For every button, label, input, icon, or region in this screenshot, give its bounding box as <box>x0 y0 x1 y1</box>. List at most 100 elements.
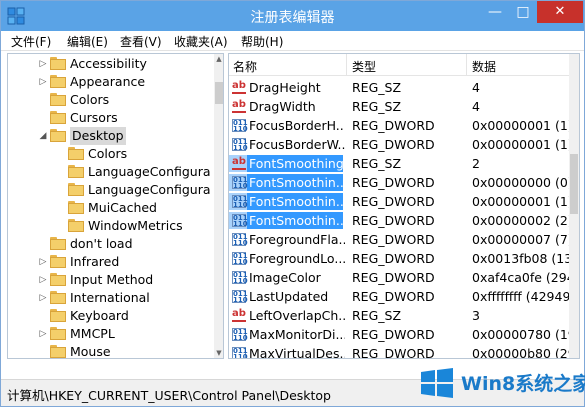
list-scrollbar[interactable] <box>569 54 579 358</box>
folder-icon <box>50 111 66 124</box>
scroll-down-icon[interactable]: ▼ <box>214 348 223 358</box>
value-name: DragWidth <box>249 99 316 114</box>
registry-value-row[interactable]: 011 110 LastUpdated REG_DWORD 0xffffffff (42… <box>229 287 579 306</box>
registry-value-row[interactable]: 011 110 FocusBorderH... REG_DWORD 0x00000001… <box>229 116 579 135</box>
dword-value-icon: 011 110 <box>232 290 248 304</box>
tree-item[interactable]: WindowMetrics <box>8 217 208 235</box>
key-tree-pane[interactable]: ▲ ▼ ▷ Accessibility ▷ Appearance Colors Curso… <box>7 53 224 359</box>
tree-item[interactable]: Colors <box>8 91 208 109</box>
registry-value-row[interactable]: 011 110 ForegroundLo... REG_DWORD 0x0013fb08… <box>229 249 579 268</box>
column-header-type[interactable]: 类型 <box>352 58 376 75</box>
tree-item-label: Cursors <box>70 110 118 125</box>
value-data: 0x00000780 (19 <box>472 327 572 342</box>
tree-item-label: LanguageConfigura <box>88 164 211 179</box>
tree-item-label: Accessibility <box>70 56 147 71</box>
value-type: REG_DWORD <box>352 175 435 190</box>
registry-value-row[interactable]: 011 110 ImageColor REG_DWORD 0xaf4ca0fe (294 <box>229 268 579 287</box>
registry-value-row[interactable]: 011 110 FontSmoothin... REG_DWORD 0x00000000… <box>229 173 579 192</box>
value-type: REG_DWORD <box>352 270 435 285</box>
menu-file[interactable]: 文件(F) <box>11 33 51 50</box>
tree-item[interactable]: LanguageConfigura <box>8 181 211 199</box>
value-name: ImageColor <box>249 270 321 285</box>
collapsed-arrow-icon[interactable]: ▷ <box>38 253 48 271</box>
menu-edit[interactable]: 编辑(E) <box>67 33 108 50</box>
tree-item[interactable]: ▷ Appearance <box>8 73 208 91</box>
title-bar[interactable]: 注册表编辑器 — □ ✕ <box>1 1 584 31</box>
menu-favorites[interactable]: 收藏夹(A) <box>174 33 228 50</box>
value-data: 0x00000b80 (29 <box>472 346 572 359</box>
folder-icon <box>50 291 66 304</box>
expanded-arrow-icon[interactable]: ◢ <box>38 127 48 145</box>
value-type: REG_DWORD <box>352 289 435 304</box>
tree-item[interactable]: ▷ Input Method <box>8 271 208 289</box>
column-divider[interactable] <box>346 54 347 76</box>
value-data: 4 <box>472 80 480 95</box>
value-data: 0x00000002 (2) <box>472 213 572 228</box>
registry-value-row[interactable]: 011 110 FontSmoothin... REG_DWORD 0x00000001… <box>229 192 579 211</box>
registry-value-row[interactable]: ab LeftOverlapCh... REG_SZ 3 <box>229 306 579 325</box>
registry-value-row[interactable]: 011 110 MaxMonitorDi... REG_DWORD 0x00000780… <box>229 325 579 344</box>
tree-item[interactable]: ▷ Infrared <box>8 253 208 271</box>
value-list-pane[interactable]: 名称 类型 数据 ab DragHeight REG_SZ 4 ab DragWidth R… <box>228 53 580 359</box>
tree-item-label: Colors <box>88 146 128 161</box>
registry-value-row[interactable]: 011 110 ForegroundFla... REG_DWORD 0x0000000… <box>229 230 579 249</box>
minimize-button[interactable]: — <box>481 1 509 23</box>
registry-value-row[interactable]: 011 110 FocusBorderW... REG_DWORD 0x00000001… <box>229 135 579 154</box>
folder-icon <box>50 237 66 250</box>
collapsed-arrow-icon[interactable]: ▷ <box>38 289 48 307</box>
registry-value-row[interactable]: ab DragHeight REG_SZ 4 <box>229 78 579 97</box>
string-value-icon: ab <box>232 309 246 322</box>
dword-value-icon: 011 110 <box>232 138 248 152</box>
column-header-name[interactable]: 名称 <box>233 58 257 75</box>
registry-value-row[interactable]: ab FontSmoothing REG_SZ 2 <box>229 154 579 173</box>
tree-item[interactable]: LanguageConfigura <box>8 163 211 181</box>
close-button[interactable]: ✕ <box>537 1 583 23</box>
menu-view[interactable]: 查看(V) <box>120 33 162 50</box>
collapsed-arrow-icon[interactable]: ▷ <box>38 271 48 289</box>
tree-item-label: WindowMetrics <box>88 218 183 233</box>
registry-value-row[interactable]: ab DragWidth REG_SZ 4 <box>229 97 579 116</box>
tree-item[interactable]: Mouse <box>8 343 208 358</box>
value-data: 0xffffffff (42949 <box>472 289 571 304</box>
folder-icon <box>50 309 66 322</box>
value-name: LeftOverlapCh... <box>249 308 345 323</box>
value-type: REG_DWORD <box>352 232 435 247</box>
string-value-icon: ab <box>232 157 246 170</box>
value-data: 0x00000001 (1) <box>472 118 572 133</box>
tree-scrollbar[interactable]: ▲ ▼ <box>214 54 223 358</box>
scroll-up-icon[interactable]: ▲ <box>214 54 223 64</box>
tree-item[interactable]: ◢ Desktop <box>8 127 208 145</box>
value-data: 0x00000007 (7) <box>472 232 572 247</box>
dword-value-icon: 011 110 <box>232 119 248 133</box>
value-type: REG_DWORD <box>352 118 435 133</box>
folder-icon <box>68 201 84 214</box>
watermark-text: Win8系统之家 <box>461 373 585 395</box>
menu-help[interactable]: 帮助(H) <box>241 33 283 50</box>
tree-item-label: Infrared <box>70 254 120 269</box>
collapsed-arrow-icon[interactable]: ▷ <box>38 55 48 73</box>
tree-item[interactable]: don't load <box>8 235 208 253</box>
tree-item[interactable]: Cursors <box>8 109 208 127</box>
tree-item[interactable]: Keyboard <box>8 307 208 325</box>
registry-value-row[interactable]: 011 110 MaxVirtualDes... REG_DWORD 0x00000b8… <box>229 344 579 359</box>
tree-item[interactable]: Colors <box>8 145 208 163</box>
collapsed-arrow-icon[interactable]: ▷ <box>38 73 48 91</box>
tree-item[interactable]: MuiCached <box>8 199 208 217</box>
tree-scroll-thumb[interactable] <box>215 82 223 104</box>
column-divider[interactable] <box>466 54 467 76</box>
folder-icon <box>50 129 66 142</box>
collapsed-arrow-icon[interactable]: ▷ <box>38 325 48 343</box>
folder-icon <box>50 327 66 340</box>
tree-item[interactable]: ▷ International <box>8 289 208 307</box>
tree-item[interactable]: ▷ MMCPL <box>8 325 208 343</box>
dword-value-icon: 011 110 <box>232 328 248 342</box>
menu-bar: 文件(F) 编辑(E) 查看(V) 收藏夹(A) 帮助(H) <box>1 31 584 51</box>
value-data: 0x0013fb08 (13 <box>472 251 572 266</box>
value-name: FocusBorderH... <box>249 118 345 133</box>
tree-item[interactable]: ▷ Accessibility <box>8 55 208 73</box>
list-scroll-thumb[interactable] <box>570 154 578 214</box>
maximize-button[interactable]: □ <box>509 1 537 23</box>
value-data: 2 <box>472 156 480 171</box>
registry-value-row[interactable]: 011 110 FontSmoothin... REG_DWORD 0x00000002… <box>229 211 579 230</box>
column-header-data[interactable]: 数据 <box>472 58 496 75</box>
